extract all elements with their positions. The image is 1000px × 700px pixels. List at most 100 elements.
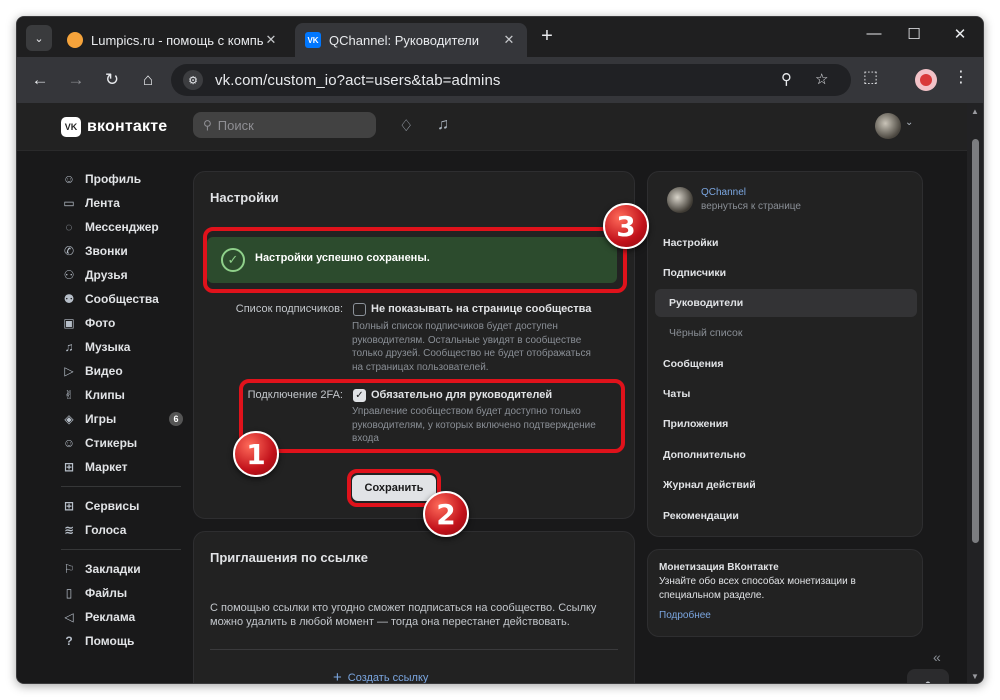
chat-button[interactable]: ● bbox=[907, 669, 949, 684]
community-menu-item[interactable]: Дополнительно bbox=[663, 449, 746, 461]
address-bar[interactable]: ⚙ vk.com/custom_io?act=users&tab=admins … bbox=[171, 64, 851, 96]
sidebar-item[interactable]: ▯ Файлы bbox=[61, 581, 191, 605]
minimize-icon[interactable]: — bbox=[859, 25, 889, 42]
community-menu-item[interactable]: Журнал действий bbox=[663, 479, 756, 491]
reload-icon[interactable]: ↻ bbox=[99, 67, 125, 93]
url-text: vk.com/custom_io?act=users&tab=admins bbox=[215, 71, 501, 89]
sidebar-item[interactable]: ◌ Мессенджер bbox=[61, 215, 191, 239]
plus-icon: + bbox=[333, 669, 342, 684]
sidebar-item[interactable]: ⚐ Закладки bbox=[61, 557, 191, 581]
community-menu-item[interactable]: Подписчики bbox=[663, 267, 726, 279]
scroll-up-icon[interactable]: ▲ bbox=[971, 107, 979, 116]
tab-title: Lumpics.ru - помощь с компьютером bbox=[91, 32, 263, 48]
bookmark-icon: ⚐ bbox=[63, 562, 75, 576]
page-scrollbar[interactable]: ▲ ▼ bbox=[967, 103, 983, 683]
divider bbox=[210, 649, 618, 650]
bell-icon[interactable]: ♢ bbox=[399, 116, 413, 136]
community-avatar[interactable] bbox=[667, 187, 693, 213]
menu-dots-icon[interactable]: ⋮ bbox=[953, 67, 969, 87]
sidebar-item-label: Лента bbox=[85, 196, 120, 210]
window-close-icon[interactable]: ✕ bbox=[945, 25, 975, 43]
back-arrow-icon[interactable]: ← bbox=[27, 67, 53, 93]
photo-icon: ▣ bbox=[63, 316, 75, 330]
maximize-icon[interactable]: ☐ bbox=[899, 25, 929, 43]
sidebar-item[interactable]: ✆ Звонки bbox=[61, 239, 191, 263]
site-info-icon[interactable]: ⚙ bbox=[183, 70, 203, 90]
sidebar-item[interactable]: ▣ Фото bbox=[61, 311, 191, 335]
sidebar-item[interactable]: ♫ Музыка bbox=[61, 335, 191, 359]
monetization-link[interactable]: Подробнее bbox=[659, 610, 711, 621]
chevron-down-icon[interactable]: ⌄ bbox=[905, 117, 913, 128]
sidebar-item[interactable]: ? Помощь bbox=[61, 629, 191, 653]
avatar[interactable] bbox=[875, 113, 901, 139]
community-menu-item[interactable]: Руководители bbox=[669, 297, 743, 309]
close-icon[interactable]: ✕ bbox=[263, 32, 279, 48]
subscribers-hint: Полный список подписчиков будет доступен… bbox=[352, 321, 591, 373]
hide-subscribers-label[interactable]: Не показывать на странице сообщества bbox=[371, 303, 591, 315]
community-menu-item[interactable]: Чаты bbox=[663, 388, 690, 400]
market-icon: ⊞ bbox=[63, 460, 75, 474]
community-name[interactable]: QChannel bbox=[701, 187, 746, 198]
chat-bubble-icon: ● bbox=[924, 678, 932, 684]
back-to-page-link[interactable]: вернуться к странице bbox=[701, 201, 801, 212]
annotation-marker-2: 2 bbox=[423, 491, 469, 537]
sidebar-item[interactable]: ☺ Стикеры bbox=[61, 431, 191, 455]
search-input[interactable]: ⚲ Поиск bbox=[193, 112, 376, 138]
collapse-icon[interactable]: « bbox=[933, 649, 941, 665]
sidebar-item-label: Мессенджер bbox=[85, 220, 159, 234]
sidebar-item[interactable]: ⊞ Маркет bbox=[61, 455, 191, 479]
news-icon: ▭ bbox=[63, 196, 75, 210]
sidebar-item-label: Звонки bbox=[85, 244, 128, 258]
sidebar-item-label: Сервисы bbox=[85, 499, 140, 513]
friends-icon: ⚇ bbox=[63, 268, 75, 282]
tab-lumpics[interactable]: Lumpics.ru - помощь с компьютером ✕ bbox=[57, 23, 289, 57]
community-menu-item[interactable]: Рекомендации bbox=[663, 510, 739, 522]
music-note-icon[interactable]: ♫ bbox=[437, 116, 449, 134]
community-menu-item[interactable]: Сообщения bbox=[663, 358, 724, 370]
extensions-icon[interactable]: ⬚ bbox=[863, 67, 878, 87]
vk-header: VK вконтакте ⚲ Поиск ♢ ♫ ⌄ bbox=[17, 103, 969, 151]
home-icon[interactable]: ⌂ bbox=[135, 67, 161, 93]
clips-icon: ✌ bbox=[63, 388, 75, 402]
sidebar-item-label: Помощь bbox=[85, 634, 135, 648]
sidebar-item-label: Профиль bbox=[85, 172, 142, 186]
annotation-marker-1: 1 bbox=[233, 431, 279, 477]
community-menu-item[interactable]: Чёрный список bbox=[669, 327, 742, 339]
sidebar-item-label: Голоса bbox=[85, 523, 127, 537]
new-tab-button[interactable]: + bbox=[535, 25, 559, 48]
sidebar-item[interactable]: ◈ Игры 6 bbox=[61, 407, 191, 431]
community-menu-item[interactable]: Настройки bbox=[663, 237, 718, 249]
tab-qchannel[interactable]: VK QChannel: Руководители ✕ bbox=[295, 23, 527, 57]
close-icon[interactable]: ✕ bbox=[501, 32, 517, 48]
sticker-icon: ☺ bbox=[62, 436, 76, 450]
forward-arrow-icon[interactable]: → bbox=[63, 67, 89, 93]
sidebar-item[interactable]: ▷ Видео bbox=[61, 359, 191, 383]
vk-favicon-icon: VK bbox=[305, 32, 321, 48]
hide-subscribers-checkbox[interactable] bbox=[353, 303, 366, 316]
browser-profile-icon[interactable] bbox=[915, 69, 937, 91]
create-link-button[interactable]: + Создать ссылку bbox=[333, 669, 428, 684]
scrollbar-thumb[interactable] bbox=[972, 139, 979, 543]
sidebar-item[interactable]: ⊞ Сервисы bbox=[61, 494, 191, 518]
monetization-title: Монетизация ВКонтакте bbox=[659, 562, 779, 573]
sidebar-item[interactable]: ◁ Реклама bbox=[61, 605, 191, 629]
community-menu-item[interactable]: Приложения bbox=[663, 418, 728, 430]
vk-logo-icon: VK bbox=[61, 117, 81, 137]
sidebar-item[interactable]: ⚇ Друзья bbox=[61, 263, 191, 287]
sidebar-item[interactable]: ▭ Лента bbox=[61, 191, 191, 215]
tab-search-button[interactable]: ⌄ bbox=[26, 25, 52, 51]
user-icon: ☺ bbox=[62, 172, 76, 186]
sidebar-item[interactable]: ☺ Профиль bbox=[61, 167, 191, 191]
sidebar-item-label: Закладки bbox=[85, 562, 141, 576]
vk-logo[interactable]: VK вконтакте bbox=[61, 117, 167, 137]
lumpics-favicon-icon bbox=[67, 32, 83, 48]
sidebar-item[interactable]: ✌ Клипы bbox=[61, 383, 191, 407]
music-icon: ♫ bbox=[64, 340, 74, 354]
bookmark-star-icon[interactable]: ☆ bbox=[815, 70, 828, 88]
sidebar-item[interactable]: ⚉ Сообщества bbox=[61, 287, 191, 311]
zoom-icon[interactable]: ⚲ bbox=[781, 70, 792, 88]
sidebar-item-label: Друзья bbox=[85, 268, 128, 282]
vk-logo-text: вконтакте bbox=[87, 118, 168, 135]
scroll-down-icon[interactable]: ▼ bbox=[971, 672, 979, 681]
sidebar-item[interactable]: ≋ Голоса bbox=[61, 518, 191, 542]
